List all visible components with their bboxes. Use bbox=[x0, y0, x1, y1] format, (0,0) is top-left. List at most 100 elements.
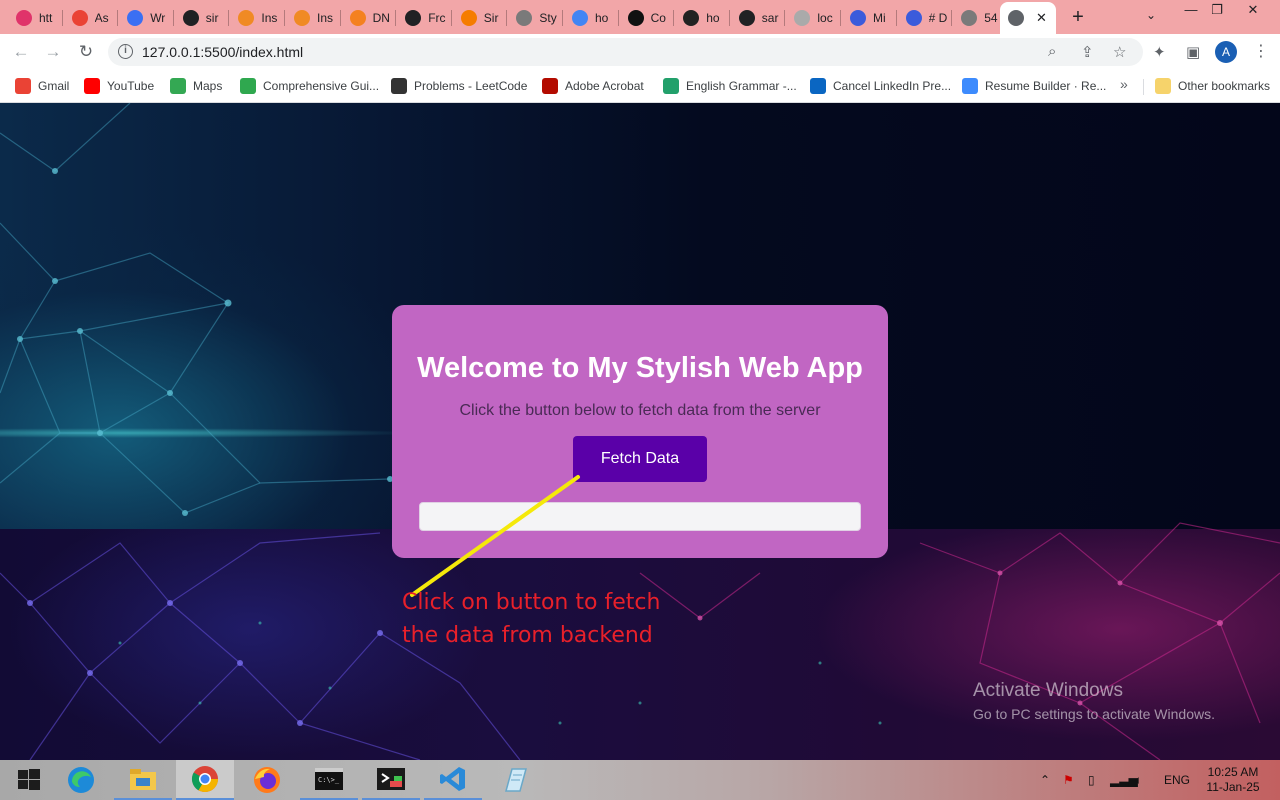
tab-separator bbox=[506, 10, 508, 26]
restore-icon[interactable]: ❐ bbox=[1202, 2, 1232, 18]
browser-tab[interactable]: Ins bbox=[230, 4, 281, 32]
menu-icon[interactable]: ⋮ bbox=[1253, 41, 1269, 61]
extensions-icon[interactable]: ✦ bbox=[1153, 43, 1166, 61]
browser-tab[interactable]: ho bbox=[675, 4, 726, 32]
tab-title: sar bbox=[761, 11, 779, 25]
tab-title: ho bbox=[706, 11, 720, 25]
bookmark-item[interactable]: YouTube bbox=[84, 77, 154, 95]
forward-icon[interactable]: → bbox=[42, 41, 64, 63]
browser-tab[interactable]: # D bbox=[898, 4, 949, 32]
activate-windows-watermark: Activate Windows Go to PC settings to ac… bbox=[973, 680, 1215, 722]
tray-notification-icon[interactable]: ⚑ bbox=[1063, 760, 1074, 800]
tab-title: Co bbox=[650, 11, 666, 25]
address-bar[interactable]: i 127.0.0.1:5500/index.html ⌕ ⇪ ☆ bbox=[108, 38, 1143, 66]
orange-squares-icon bbox=[294, 10, 310, 26]
folder-icon bbox=[1155, 78, 1171, 94]
github-icon bbox=[738, 10, 755, 26]
tray-expand-icon[interactable]: ⌃ bbox=[1040, 760, 1050, 800]
browser-tab[interactable]: ho bbox=[564, 4, 615, 32]
browser-tab[interactable]: Sty bbox=[508, 4, 559, 32]
bookmark-label: Adobe Acrobat bbox=[565, 79, 644, 93]
ab-icon bbox=[627, 10, 644, 26]
browser-tab[interactable]: htt bbox=[8, 4, 59, 32]
bookmark-star-icon[interactable]: ☆ bbox=[1113, 43, 1126, 61]
active-tab[interactable]: ✕ bbox=[1000, 2, 1056, 34]
browser-tab[interactable]: loc bbox=[786, 4, 837, 32]
firefox-icon[interactable] bbox=[238, 760, 296, 800]
bookmark-item[interactable]: Gmail bbox=[15, 77, 69, 95]
browser-tab[interactable]: sir bbox=[175, 4, 226, 32]
volume-icon[interactable]: 🔈︎ bbox=[1135, 760, 1142, 800]
bookmark-item[interactable]: Comprehensive Gui... bbox=[240, 77, 379, 95]
side-panel-icon[interactable]: ▣ bbox=[1186, 43, 1200, 61]
site-info-icon[interactable]: i bbox=[118, 44, 133, 59]
tab-title: Mi bbox=[873, 11, 886, 25]
bookmarks-more-icon[interactable]: » bbox=[1120, 76, 1128, 92]
reload-icon[interactable]: ↻ bbox=[75, 41, 97, 63]
calendar-icon bbox=[905, 10, 922, 26]
gmail-icon bbox=[71, 10, 88, 26]
share-icon[interactable]: ⇪ bbox=[1081, 43, 1094, 61]
tab-separator bbox=[840, 10, 841, 26]
bookmark-label: Gmail bbox=[38, 79, 70, 93]
tab-separator bbox=[562, 10, 563, 26]
bookmark-item[interactable]: Maps bbox=[170, 77, 222, 95]
bookmark-label: Resume Builder · Re... bbox=[985, 79, 1107, 93]
browser-tab[interactable]: Sir bbox=[453, 4, 504, 32]
tab-separator bbox=[228, 10, 230, 26]
new-tab-button[interactable]: + bbox=[1068, 6, 1088, 29]
maps-pin-icon bbox=[170, 78, 186, 94]
cloudflare-icon bbox=[349, 10, 366, 26]
file-explorer-icon[interactable] bbox=[114, 760, 172, 800]
profile-avatar[interactable]: A bbox=[1215, 41, 1237, 63]
clock[interactable]: 10:25 AM 11-Jan-25 bbox=[1205, 765, 1261, 795]
leetcode-icon bbox=[391, 78, 407, 94]
url-text[interactable]: 127.0.0.1:5500/index.html bbox=[142, 44, 303, 60]
globe-icon bbox=[516, 10, 533, 26]
svg-text:C:\>_: C:\>_ bbox=[318, 776, 340, 784]
web-page: Welcome to My Stylish Web App Click the … bbox=[0, 103, 1280, 760]
start-icon[interactable] bbox=[0, 760, 58, 800]
window-close-icon[interactable]: ✕ bbox=[1238, 2, 1268, 18]
gmail-icon bbox=[15, 78, 31, 94]
back-icon[interactable]: ← bbox=[10, 41, 32, 63]
clock-date: 11-Jan-25 bbox=[1206, 780, 1260, 794]
bookmark-item[interactable]: Resume Builder · Re... bbox=[962, 77, 1106, 95]
bookmark-label: Cancel LinkedIn Pre... bbox=[833, 79, 952, 93]
tab-separator bbox=[951, 10, 953, 26]
watermark-title: Activate Windows bbox=[973, 680, 1123, 701]
browser-tab[interactable]: 54 bbox=[953, 4, 1004, 32]
battery-icon[interactable]: ▯ bbox=[1088, 760, 1095, 800]
notepad-icon[interactable] bbox=[486, 760, 544, 800]
browser-tab[interactable]: Co bbox=[620, 4, 671, 32]
devtool-icon[interactable] bbox=[362, 760, 420, 800]
browser-tab[interactable]: Frc bbox=[397, 4, 448, 32]
pink-pen-icon bbox=[16, 10, 32, 26]
tab-close-icon[interactable]: ✕ bbox=[1036, 10, 1047, 26]
tab-search-icon[interactable]: ⌄ bbox=[1146, 8, 1156, 22]
terminal-icon[interactable]: C:\>_ bbox=[300, 760, 358, 800]
bookmark-item[interactable]: Adobe Acrobat bbox=[542, 77, 644, 95]
bookmark-item[interactable]: English Grammar -... bbox=[663, 77, 797, 95]
tab-title: As bbox=[94, 11, 109, 25]
browser-tab[interactable]: Mi bbox=[842, 4, 893, 32]
network-signal-icon[interactable]: ▂▃▅ bbox=[1110, 760, 1138, 800]
browser-tab[interactable]: Ins bbox=[286, 4, 337, 32]
browser-tab[interactable]: DN bbox=[342, 4, 393, 32]
browser-tab[interactable]: sar bbox=[731, 4, 782, 32]
browser-tab[interactable]: Wr bbox=[119, 4, 170, 32]
other-bookmarks[interactable]: Other bookmarks bbox=[1155, 77, 1270, 95]
tab-title: Sir bbox=[483, 11, 499, 25]
tab-strip: + ⌄ — ❐ ✕ htt As Wr sir Ins Ins DN Frc Sir Sty ho C… bbox=[0, 0, 1280, 34]
tab-separator bbox=[61, 10, 63, 26]
bookmark-item[interactable]: Cancel LinkedIn Pre... bbox=[810, 77, 951, 95]
chrome-icon[interactable] bbox=[176, 760, 234, 800]
bookmark-item[interactable]: Problems - LeetCode bbox=[391, 77, 527, 95]
edge-icon[interactable] bbox=[52, 760, 110, 800]
zoom-icon[interactable]: ⌕ bbox=[1048, 43, 1056, 60]
tab-title: loc bbox=[817, 11, 833, 25]
resume-icon bbox=[962, 78, 978, 94]
vscode-icon[interactable] bbox=[424, 760, 482, 800]
browser-tab[interactable]: As bbox=[64, 4, 115, 32]
language-indicator[interactable]: ENG bbox=[1164, 760, 1190, 800]
